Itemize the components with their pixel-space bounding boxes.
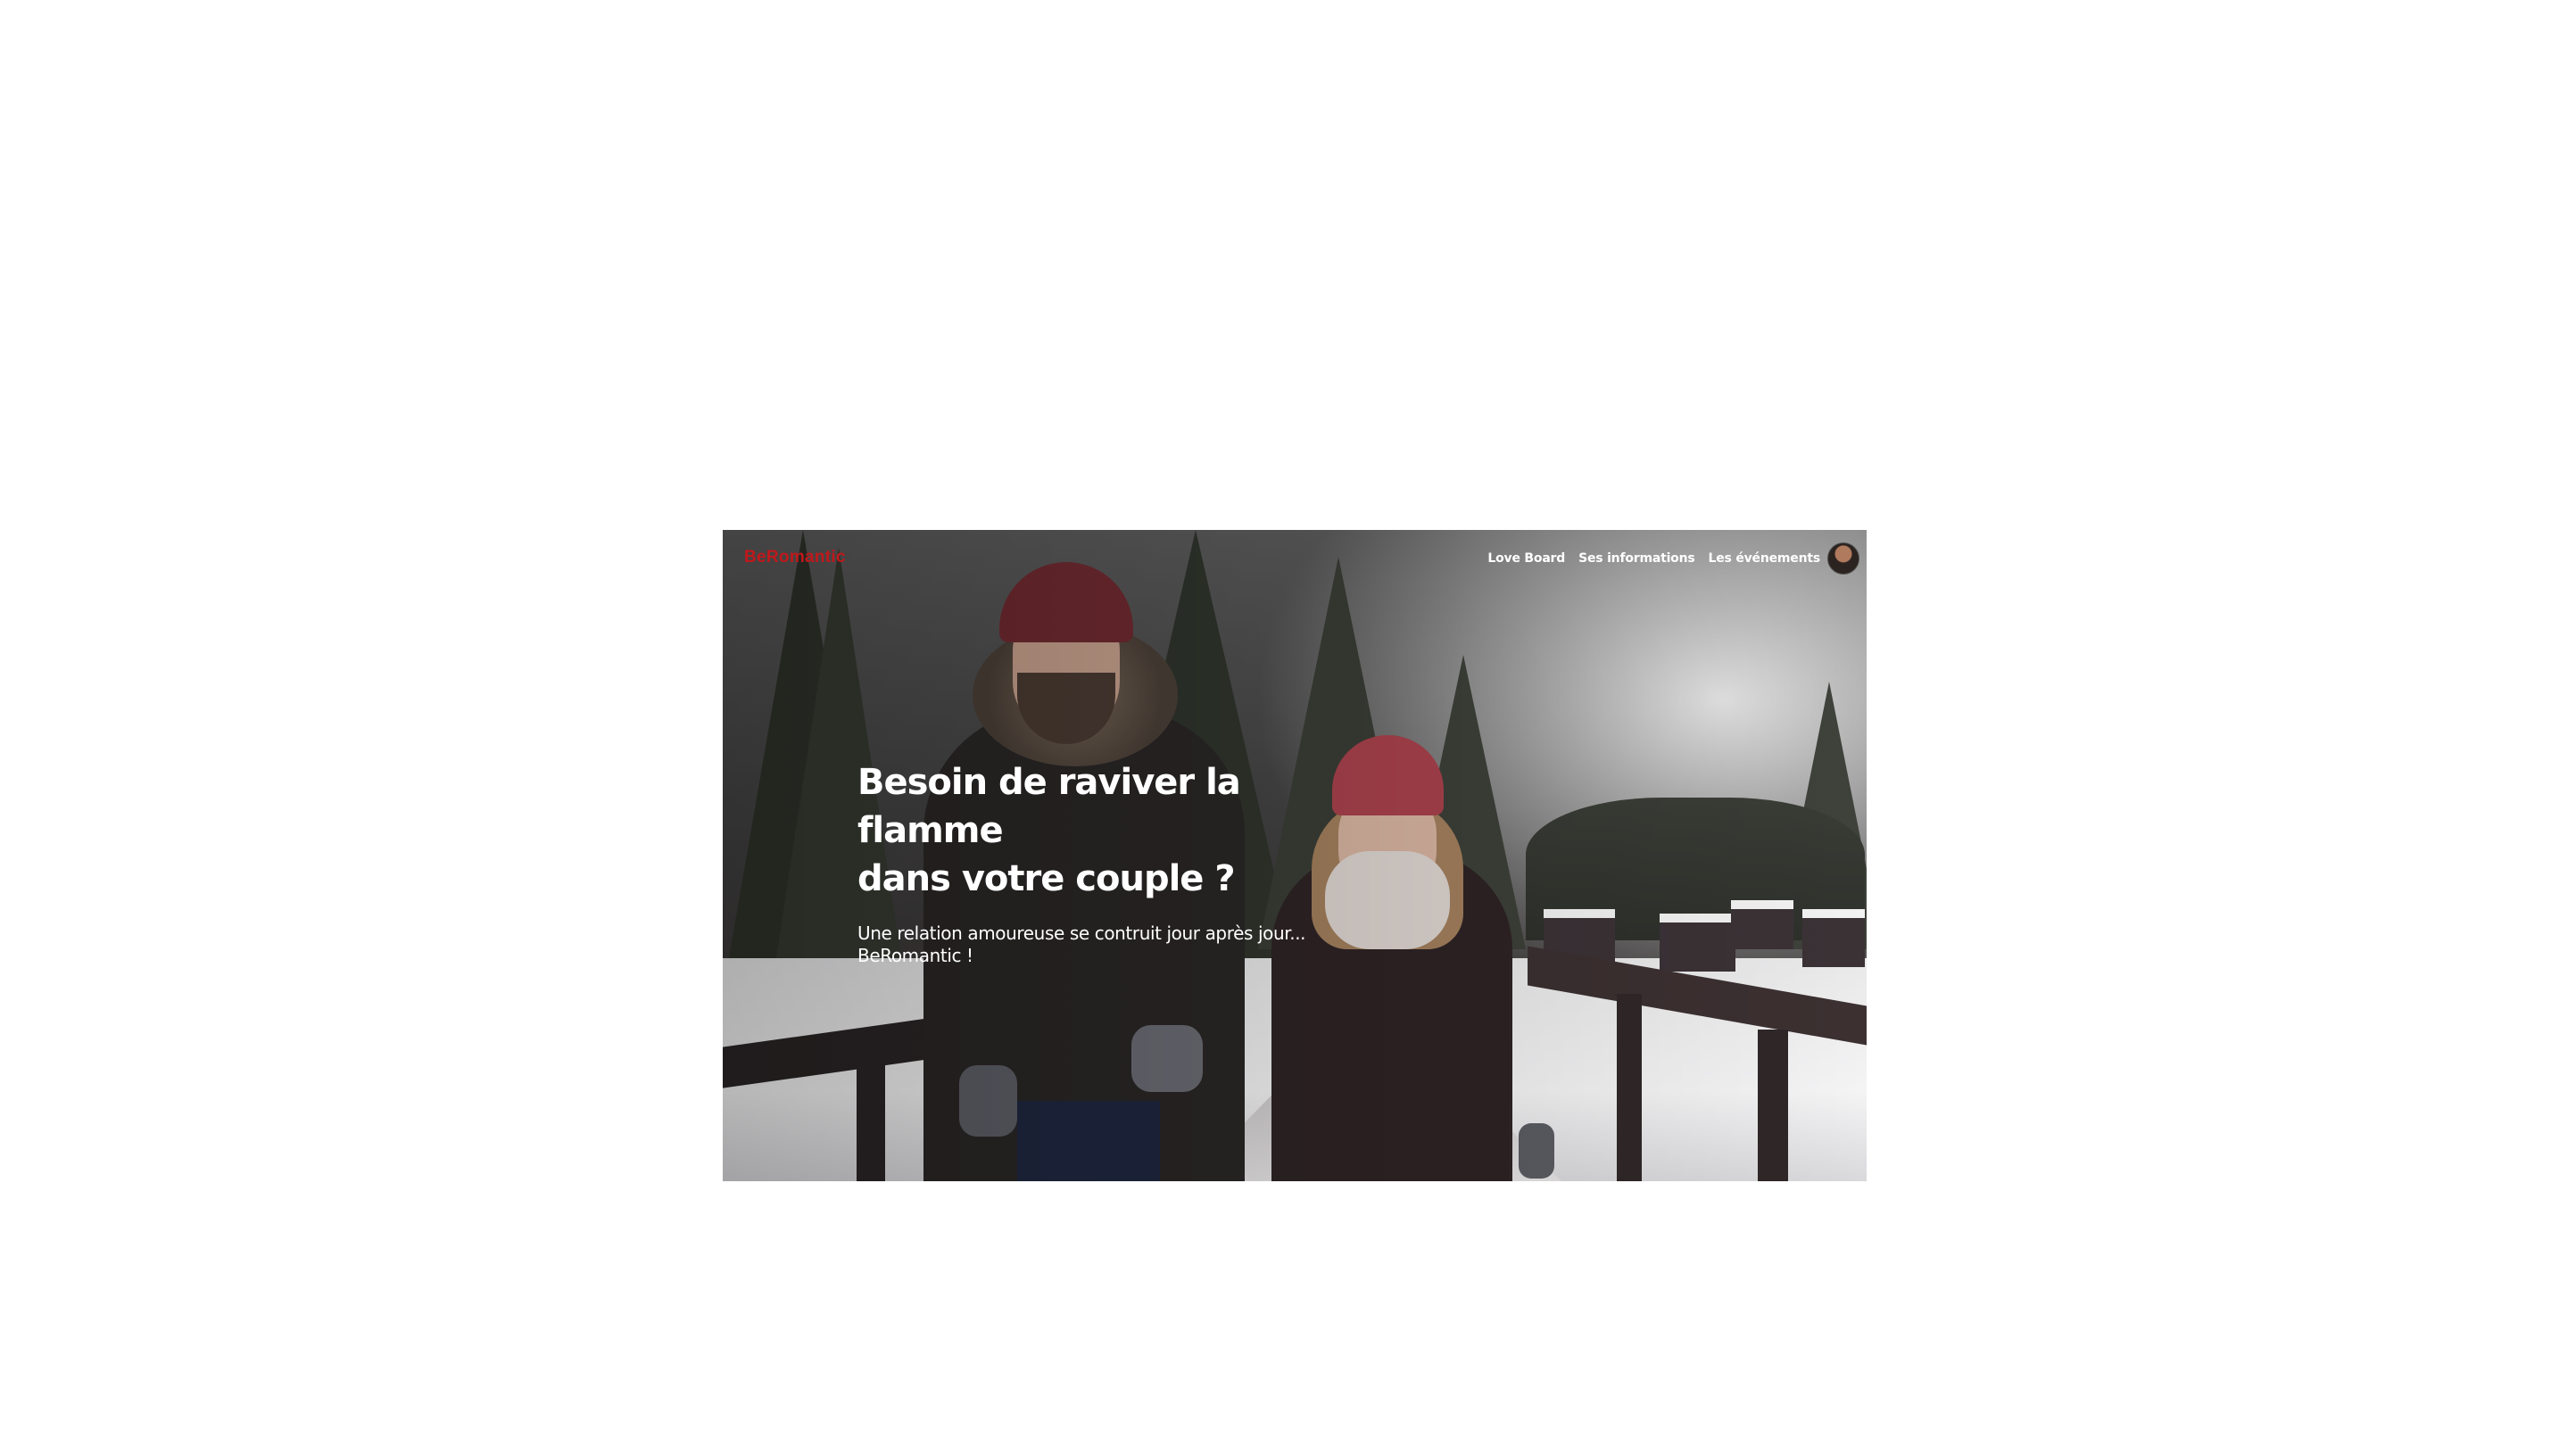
hero-title: Besoin de raviver la flamme dans votre c…	[857, 758, 1393, 903]
nav-link-les-evenements[interactable]: Les événements	[1709, 551, 1821, 566]
hero-title-line-1: Besoin de raviver la flamme	[857, 762, 1241, 851]
hero-subtitle-line-2: BeRomantic !	[857, 945, 973, 966]
hero-subtitle: Une relation amoureuse se contruit jour …	[857, 922, 1393, 967]
nav-link-love-board[interactable]: Love Board	[1487, 551, 1565, 566]
hero-text: Besoin de raviver la flamme dans votre c…	[857, 758, 1393, 967]
nav-links: Love Board Ses informations Les événemen…	[1487, 551, 1820, 566]
nav-link-ses-informations[interactable]: Ses informations	[1578, 551, 1695, 566]
hero-title-line-2: dans votre couple ?	[857, 858, 1236, 899]
brand-logo[interactable]: BeRomantic	[744, 548, 846, 567]
hero-subtitle-line-1: Une relation amoureuse se contruit jour …	[857, 922, 1306, 944]
top-navigation: BeRomantic Love Board Ses informations L…	[723, 530, 1867, 589]
user-avatar-icon[interactable]	[1827, 542, 1859, 575]
hero-section: BeRomantic Love Board Ses informations L…	[723, 530, 1867, 1181]
